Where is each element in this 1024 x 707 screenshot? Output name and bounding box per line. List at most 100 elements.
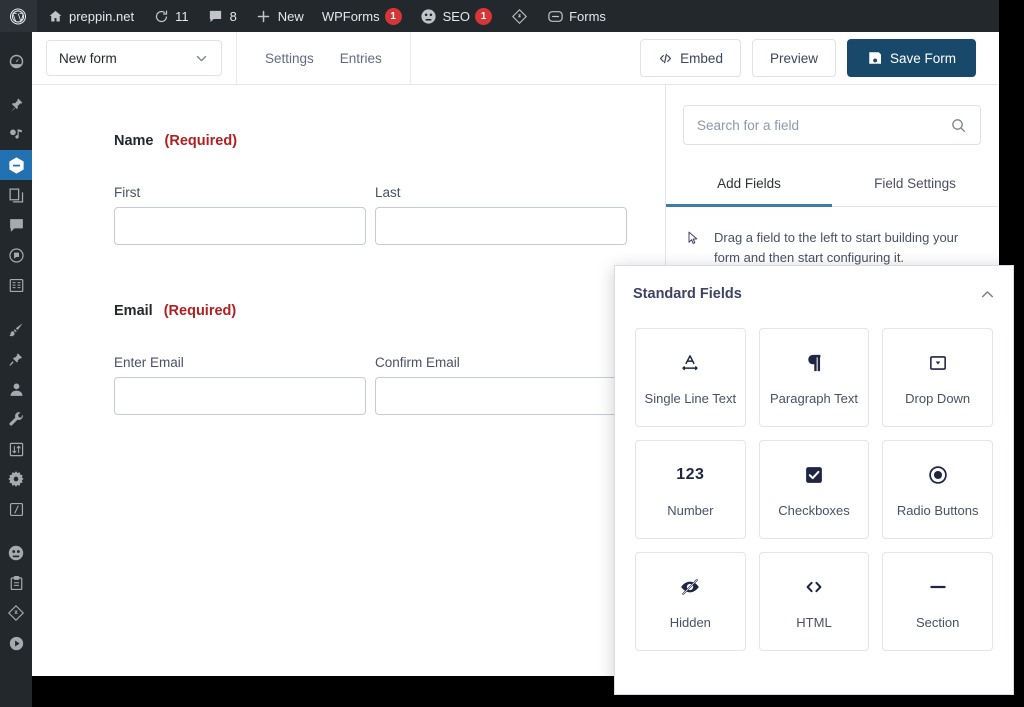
- sidebar-item-appearance[interactable]: [0, 314, 32, 344]
- sidebar-tabs: Add Fields Field Settings: [666, 165, 998, 207]
- tab-entries[interactable]: Entries: [330, 45, 392, 72]
- adminbar-comments-count: 8: [229, 8, 237, 24]
- plus-icon: [255, 7, 273, 25]
- adminbar-seo-label: SEO: [442, 8, 471, 24]
- paragraph-icon: [803, 350, 825, 376]
- form-canvas[interactable]: Name (Required) First Last Email (Requir…: [32, 85, 666, 675]
- embed-button[interactable]: Embed: [640, 39, 741, 77]
- field-card-number[interactable]: 123 Number: [635, 440, 746, 539]
- sidebar-item-media[interactable]: [0, 120, 32, 150]
- sidebar-item-users[interactable]: [0, 374, 32, 404]
- search-wrap: [666, 85, 998, 145]
- sidebar-item-tools[interactable]: [0, 404, 32, 434]
- standard-fields-grid: Single Line Text Paragraph Text Drop Dow…: [615, 306, 1013, 671]
- brush-icon: [8, 321, 25, 338]
- field-card-html[interactable]: HTML: [758, 552, 870, 651]
- first-name-input[interactable]: [114, 207, 366, 245]
- search-field-box[interactable]: [683, 105, 981, 145]
- wpforms-icon: [7, 156, 26, 175]
- adminbar-new-label: New: [277, 8, 304, 24]
- number-123-icon: 123: [676, 465, 705, 483]
- gear-icon: [7, 470, 25, 488]
- toolbar-actions: Embed Preview Save Form: [640, 39, 999, 77]
- adminbar-item-new[interactable]: New: [246, 0, 313, 32]
- tab-add-fields[interactable]: Add Fields: [666, 165, 832, 207]
- adminbar-item-forms[interactable]: Forms: [537, 0, 615, 32]
- adminbar-item-seo[interactable]: SEO 1: [411, 0, 501, 32]
- sublabel-enter-email: Enter Email: [114, 355, 184, 370]
- adminbar-item-site[interactable]: preppin.net: [37, 0, 143, 32]
- dropdown-icon: [927, 350, 949, 376]
- sidebar-item-plugins[interactable]: [0, 344, 32, 374]
- field-label-text: Email: [114, 303, 153, 319]
- form-field-email[interactable]: Email (Required) Enter Email Confirm Ema…: [114, 303, 627, 415]
- search-input[interactable]: [697, 117, 950, 133]
- adminbar-item-wpforms[interactable]: WPForms 1: [313, 0, 411, 32]
- wpforms-badge: 1: [384, 7, 402, 25]
- last-name-input[interactable]: [375, 207, 627, 245]
- single-line-text-icon: [679, 350, 701, 376]
- field-card-hidden[interactable]: Hidden: [635, 552, 746, 651]
- home-icon: [46, 7, 64, 25]
- screen: preppin.net 11 8 New WPForms 1 SEO 1 For…: [0, 0, 1024, 707]
- form-name-dropdown[interactable]: New form: [46, 40, 222, 76]
- code-brackets-icon: [658, 51, 673, 66]
- field-card-label: Single Line Text: [644, 390, 737, 406]
- field-row: First Last: [114, 185, 627, 245]
- adminbar-item-comments[interactable]: 8: [198, 0, 246, 32]
- sidebar-item-dashboard[interactable]: [0, 46, 32, 76]
- confirm-email-input[interactable]: [375, 377, 627, 415]
- chevron-up-icon[interactable]: [979, 286, 996, 303]
- wordpress-logo-button[interactable]: [0, 0, 37, 32]
- save-label: Save Form: [889, 50, 956, 66]
- drag-hint-text: Drag a field to the left to start buildi…: [714, 230, 959, 266]
- preview-label: Preview: [769, 50, 818, 66]
- eye-slash-icon: [679, 574, 701, 600]
- sidebar-item-seo[interactable]: [0, 538, 32, 568]
- sidebar-item-settings[interactable]: [0, 464, 32, 494]
- save-form-button[interactable]: Save Form: [846, 39, 976, 77]
- wp-admin-menu: [0, 32, 40, 707]
- sidebar-item-player[interactable]: [0, 628, 32, 658]
- adminbar-wpforms-label: WPForms: [321, 8, 380, 24]
- sidebar-item-wpforms[interactable]: [0, 150, 40, 180]
- field-row: Enter Email Confirm Email: [114, 355, 627, 415]
- sidebar-item-comments[interactable]: [0, 210, 32, 240]
- standard-fields-header[interactable]: Standard Fields: [615, 266, 1013, 306]
- field-card-single-line-text[interactable]: Single Line Text: [635, 328, 746, 427]
- adminbar-item-updates[interactable]: 11: [143, 0, 198, 32]
- menu-spacer: [0, 32, 32, 46]
- required-marker: (Required): [164, 133, 238, 149]
- feedback-icon: [8, 247, 25, 264]
- field-card-label: Radio Buttons: [896, 502, 979, 518]
- sidebar-item-code[interactable]: [0, 494, 32, 524]
- enter-email-input[interactable]: [114, 377, 366, 415]
- checkbox-icon: [803, 462, 825, 488]
- sidebar-item-pages[interactable]: [0, 180, 32, 210]
- minus-icon: [926, 574, 950, 600]
- field-card-section[interactable]: Section: [882, 552, 993, 651]
- sidebar-item-feedback[interactable]: [0, 240, 32, 270]
- field-card-drop-down[interactable]: Drop Down: [882, 328, 993, 427]
- sidebar-item-elementor[interactable]: [0, 598, 32, 628]
- adminbar-item-elementor[interactable]: [501, 0, 537, 32]
- field-col-confirm-email: Confirm Email: [375, 355, 627, 415]
- field-card-paragraph-text[interactable]: Paragraph Text: [758, 328, 870, 427]
- form-field-name[interactable]: Name (Required) First Last: [114, 133, 627, 245]
- sublabel-first: First: [114, 185, 141, 200]
- diamond-icon: [7, 604, 25, 622]
- list-icon: [8, 277, 25, 294]
- seo-icon: [7, 544, 25, 562]
- field-card-radio-buttons[interactable]: Radio Buttons: [882, 440, 993, 539]
- tab-field-settings[interactable]: Field Settings: [832, 165, 998, 207]
- sidebar-item-posts[interactable]: [0, 90, 32, 120]
- sidebar-item-clipboard[interactable]: [0, 568, 32, 598]
- field-card-checkboxes[interactable]: Checkboxes: [758, 440, 870, 539]
- sublabel-confirm-email: Confirm Email: [375, 355, 460, 370]
- tab-settings[interactable]: Settings: [255, 45, 324, 72]
- user-icon: [8, 381, 25, 398]
- seo-icon: [420, 7, 438, 25]
- sidebar-item-import[interactable]: [0, 434, 32, 464]
- preview-button[interactable]: Preview: [751, 39, 836, 77]
- sidebar-item-forms[interactable]: [0, 270, 32, 300]
